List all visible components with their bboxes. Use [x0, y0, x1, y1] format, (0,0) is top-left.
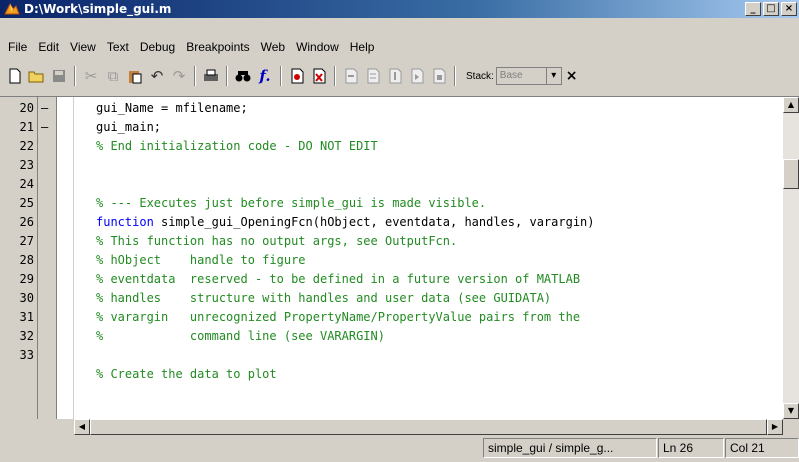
title-bar: D:\Work\simple_gui.m _ □ × [0, 0, 799, 18]
status-file: simple_gui / simple_g... [483, 438, 657, 458]
exit-debug-icon[interactable] [428, 65, 450, 87]
step-icon[interactable] [340, 65, 362, 87]
toolbar-separator [226, 66, 228, 86]
chevron-down-icon[interactable]: ▾ [545, 68, 561, 84]
toolbar-separator [454, 66, 456, 86]
menu-help[interactable]: Help [345, 40, 381, 54]
step-out-icon[interactable] [384, 65, 406, 87]
menu-edit[interactable]: Edit [33, 40, 65, 54]
code-line[interactable]: % varargin unrecognized PropertyName/Pro… [96, 310, 580, 324]
step-in-icon[interactable] [362, 65, 384, 87]
line-number-gutter: 20–21–22 23 24 25 26 27 28 29 30 31 32 33 [0, 97, 57, 419]
find-icon[interactable] [232, 65, 254, 87]
keyword-function: function [96, 215, 154, 229]
scroll-right-icon[interactable]: ▶ [767, 419, 783, 435]
cut-icon[interactable]: ✂ [80, 65, 102, 87]
menu-file[interactable]: File [3, 40, 33, 54]
line-number: 30 [19, 291, 34, 305]
paste-icon[interactable] [124, 65, 146, 87]
code-line[interactable]: gui_main; [96, 120, 161, 134]
code-line[interactable]: % --- Executes just before simple_gui is… [96, 196, 486, 210]
print-icon[interactable] [200, 65, 222, 87]
menu-breakpoints[interactable]: Breakpoints [181, 40, 255, 54]
scroll-left-icon[interactable]: ◀ [74, 419, 90, 435]
menu-view[interactable]: View [65, 40, 102, 54]
scroll-down-icon[interactable]: ▼ [783, 403, 799, 419]
copy-icon[interactable]: ⧉ [102, 65, 124, 87]
horizontal-scroll-thumb[interactable] [90, 419, 767, 435]
toolbar-separator [280, 66, 282, 86]
code-line[interactable]: % This function has no output args, see … [96, 234, 457, 248]
clear-breakpoints-icon[interactable] [308, 65, 330, 87]
menu-text[interactable]: Text [102, 40, 135, 54]
line-number: 27 [19, 234, 34, 248]
executable-line-marker[interactable]: – [41, 120, 48, 134]
continue-icon[interactable] [406, 65, 428, 87]
line-number: 32 [19, 329, 34, 343]
window-title: D:\Work\simple_gui.m [24, 2, 172, 16]
toolbar-separator [334, 66, 336, 86]
line-number: 25 [19, 196, 34, 210]
line-number: 24 [19, 177, 34, 191]
menu-window[interactable]: Window [291, 40, 345, 54]
toolbar-separator [194, 66, 196, 86]
line-number: 23 [19, 158, 34, 172]
status-bar: simple_gui / simple_g... Ln 26 Col 21 [0, 438, 799, 462]
code-line[interactable]: % command line (see VARARGIN) [96, 329, 385, 343]
function-icon[interactable]: f. [254, 65, 276, 87]
close-icon[interactable]: × [566, 68, 578, 84]
open-folder-icon[interactable] [26, 65, 48, 87]
restore-button[interactable]: □ [763, 2, 779, 16]
code-line[interactable]: % Create the data to plot [96, 367, 277, 381]
stack-select[interactable]: Base ▾ [495, 67, 562, 85]
line-number: 29 [19, 272, 34, 286]
close-button[interactable]: × [781, 2, 797, 16]
menu-bar: File Edit View Text Debug Breakpoints We… [0, 37, 799, 57]
stack-label: Stack: [466, 70, 494, 82]
line-number: 33 [19, 348, 34, 362]
status-line: Ln 26 [658, 438, 724, 458]
redo-icon[interactable]: ↷ [168, 65, 190, 87]
code-line[interactable]: % eventdata reserved - to be defined in … [96, 272, 580, 286]
vertical-scroll-thumb[interactable] [783, 159, 799, 189]
minimize-button[interactable]: _ [745, 2, 761, 16]
line-number: 22 [19, 139, 34, 153]
breakpoint-column[interactable] [57, 97, 73, 419]
gutter-divider [37, 97, 38, 419]
line-number: 31 [19, 310, 34, 324]
save-icon[interactable] [48, 65, 70, 87]
code-line[interactable]: % End initialization code - DO NOT EDIT [96, 139, 378, 153]
set-breakpoint-icon[interactable] [286, 65, 308, 87]
vertical-scrollbar[interactable]: ▲ ▼ [783, 97, 799, 419]
toolbar: ✂ ⧉ ↶ ↷ f. Stack: Base ▾ × [0, 62, 799, 90]
code-line[interactable]: function simple_gui_OpeningFcn(hObject, … [96, 215, 595, 229]
code-line[interactable]: % hObject handle to figure [96, 253, 306, 267]
status-column: Col 21 [725, 438, 799, 458]
menu-web[interactable]: Web [256, 40, 291, 54]
new-file-icon[interactable] [4, 65, 26, 87]
horizontal-scrollbar[interactable]: ◀ ▶ [74, 419, 783, 435]
line-number: 21 [19, 120, 34, 134]
editor-pane: 20–21–22 23 24 25 26 27 28 29 30 31 32 33 gui_Name … [0, 96, 799, 436]
toolbar-separator [74, 66, 76, 86]
menu-debug[interactable]: Debug [135, 40, 181, 54]
line-number: 20 [19, 101, 34, 115]
line-number: 28 [19, 253, 34, 267]
code-line[interactable]: gui_Name = mfilename; [96, 101, 248, 115]
line-number: 26 [19, 215, 34, 229]
matlab-app-icon[interactable] [4, 2, 20, 16]
code-area[interactable]: gui_Name = mfilename; gui_main; % End init… [74, 97, 784, 419]
code-line[interactable]: % handles structure with handles and use… [96, 291, 551, 305]
undo-icon[interactable]: ↶ [146, 65, 168, 87]
executable-line-marker[interactable]: – [41, 101, 48, 115]
function-signature: simple_gui_OpeningFcn(hObject, eventdata… [153, 215, 595, 229]
scroll-up-icon[interactable]: ▲ [783, 97, 799, 113]
stack-select-value: Base [499, 70, 523, 81]
